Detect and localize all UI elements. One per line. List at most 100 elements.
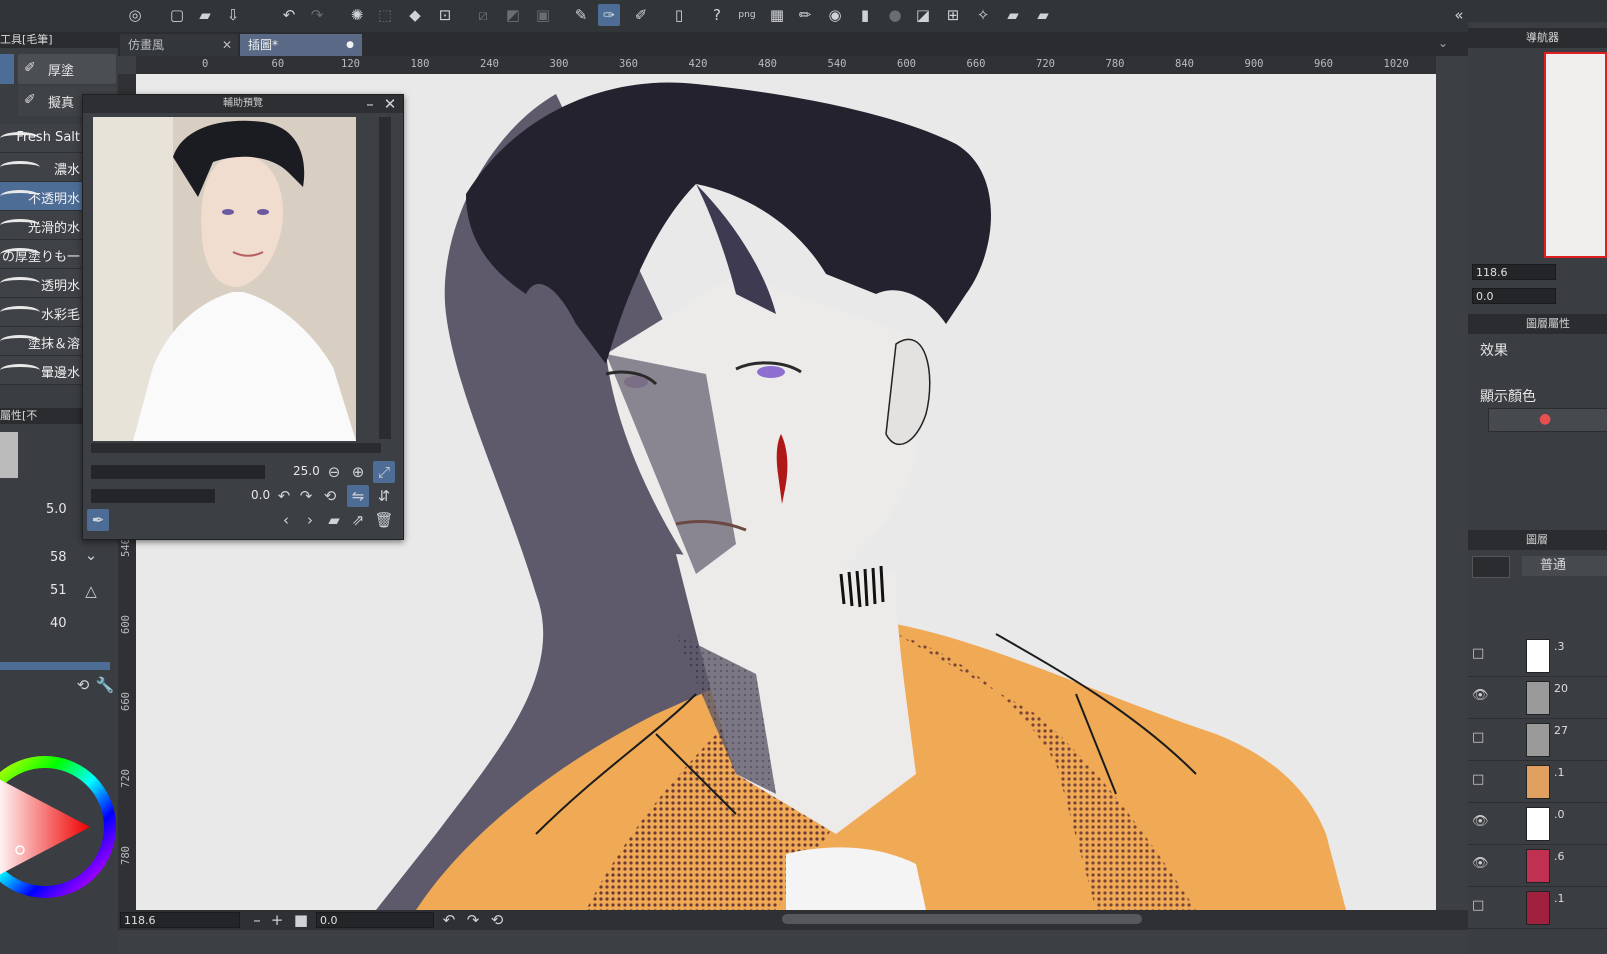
undo-icon[interactable]: ↶	[278, 4, 300, 26]
preview-hscrollbar[interactable]	[91, 443, 381, 453]
disabled-circle-icon[interactable]: ●	[884, 4, 906, 26]
image-icon[interactable]: ▦	[766, 4, 788, 26]
preview-vscrollbar[interactable]	[379, 117, 391, 439]
save-icon[interactable]: ⇩	[222, 4, 244, 26]
fill-icon[interactable]: ◆	[404, 4, 426, 26]
brush-size-value[interactable]: 5.0	[46, 502, 67, 517]
rotation-slider[interactable]	[91, 489, 215, 503]
visibility-eye-icon[interactable]: □	[1472, 646, 1484, 661]
canvas-rotation-field[interactable]: 0.0	[316, 912, 434, 928]
brush-list-item[interactable]: Fresh Salt	[0, 124, 82, 153]
magic-wand-icon[interactable]: ✧	[972, 4, 994, 26]
tab-reference[interactable]: 仿畫風 ✕	[120, 34, 238, 56]
rotate-icon[interactable]: ◉	[824, 4, 846, 26]
pressure-toggle-icon[interactable]: ⌄	[80, 544, 102, 566]
tab-illustration[interactable]: 插圖* ●	[240, 34, 362, 56]
horizontal-scroll-thumb[interactable]	[782, 914, 1142, 924]
clear-icon[interactable]: ◩	[502, 4, 524, 26]
visibility-eye-icon[interactable]: □	[1472, 730, 1484, 745]
flip-vertical-icon[interactable]: ⇵	[373, 485, 395, 507]
previous-image-icon[interactable]: ‹	[275, 509, 297, 531]
visibility-eye-icon[interactable]: 👁	[1472, 856, 1489, 871]
tab-menu-chevron-icon[interactable]: ⌄	[1438, 36, 1448, 50]
navigator-thumbnail[interactable]	[1544, 52, 1607, 258]
display-color-button[interactable]: ●	[1488, 408, 1607, 432]
mask-icon[interactable]: ▣	[532, 4, 554, 26]
navigator-zoom-field[interactable]: 118.6	[1472, 264, 1556, 280]
layer-row[interactable]: □ .3	[1468, 634, 1607, 677]
3d-model-icon[interactable]: ⊞	[942, 4, 964, 26]
open-folder-icon[interactable]: ▰	[194, 4, 216, 26]
property-slider-bar[interactable]	[0, 662, 110, 670]
rotate-right-icon[interactable]: ↷	[295, 485, 317, 507]
brush-list-item[interactable]: 光滑的水	[0, 211, 82, 240]
layer-color-dropdown[interactable]	[1472, 556, 1510, 578]
close-icon[interactable]: ✕	[379, 93, 401, 115]
minimize-icon[interactable]: –	[359, 93, 381, 115]
layer-row[interactable]: 👁 .6	[1468, 844, 1607, 887]
preview-zoom-value[interactable]: 25.0	[293, 464, 320, 478]
reset-icon[interactable]: ⟲	[72, 674, 94, 696]
brush-list-item[interactable]: 不透明水	[0, 182, 82, 211]
folder-save-icon[interactable]: ▰	[1032, 4, 1054, 26]
brush-list-item[interactable]: 濃水	[0, 153, 82, 182]
subtool-thick-paint[interactable]: ✐ 厚塗	[18, 54, 116, 84]
zoom-out-icon[interactable]: –	[246, 909, 268, 931]
zoom-slider[interactable]	[91, 465, 265, 479]
clip-logo-icon[interactable]: ◎	[124, 4, 146, 26]
reset-rotation-icon[interactable]: ⟲	[319, 485, 341, 507]
zoom-in-icon[interactable]: ⊕	[347, 461, 369, 483]
brush-list-item[interactable]: 透明水	[0, 269, 82, 298]
frame-icon[interactable]: ▮	[854, 4, 876, 26]
close-tab-icon[interactable]: ✕	[222, 34, 232, 56]
redo-icon[interactable]: ↷	[306, 4, 328, 26]
visibility-eye-icon[interactable]: 👁	[1472, 688, 1489, 703]
rotate-left-icon[interactable]: ↶	[438, 909, 460, 931]
zoom-in-icon[interactable]: +	[266, 909, 288, 931]
visibility-eye-icon[interactable]: 👁	[1472, 814, 1489, 829]
next-image-icon[interactable]: ›	[299, 509, 321, 531]
property-value-3[interactable]: 51	[50, 583, 67, 598]
pencil-icon[interactable]: ✐	[630, 4, 652, 26]
brush-list-item[interactable]: の厚塗りも一	[0, 240, 82, 269]
ruler-icon[interactable]: ⧄	[472, 4, 494, 26]
export-image-icon[interactable]: ⇗	[347, 509, 369, 531]
canvas-zoom-field[interactable]: 118.6	[120, 912, 240, 928]
reset-rotation-icon[interactable]: ⟲	[486, 909, 508, 931]
fit-icon[interactable]: ■	[290, 909, 312, 931]
collapse-left-icon[interactable]: «	[1448, 4, 1470, 26]
layer-row[interactable]: □ 27	[1468, 718, 1607, 761]
rotate-right-icon[interactable]: ↷	[462, 909, 484, 931]
preview-rotation-value[interactable]: 0.0	[251, 488, 270, 502]
export-png-icon[interactable]: png	[736, 4, 758, 26]
fit-view-icon[interactable]: ⤢	[373, 461, 395, 483]
property-value-4[interactable]: 40	[50, 616, 67, 631]
pen-pressure-icon[interactable]: ✎	[570, 4, 592, 26]
eyedropper-icon[interactable]: ✒	[87, 509, 109, 531]
property-value-2[interactable]: 58	[50, 550, 67, 565]
visibility-eye-icon[interactable]: □	[1472, 898, 1484, 913]
wrench-icon[interactable]: 🔧	[94, 674, 116, 696]
layer-row[interactable]: □ .1	[1468, 886, 1607, 929]
rotate-left-icon[interactable]: ↶	[273, 485, 295, 507]
help-icon[interactable]: ?	[706, 4, 728, 26]
brush-list-item[interactable]: 暈邊水	[0, 356, 82, 385]
import-image-icon[interactable]: ▰	[323, 509, 345, 531]
phone-icon[interactable]: ▯	[668, 4, 690, 26]
brush-list-item[interactable]: 水彩毛	[0, 298, 82, 327]
zoom-out-icon[interactable]: ⊖	[323, 461, 345, 483]
color-wheel[interactable]	[0, 722, 120, 922]
navigator-rotation-field[interactable]: 0.0	[1472, 288, 1556, 304]
new-file-icon[interactable]: ▢	[166, 4, 188, 26]
pressure-toggle-icon[interactable]: △	[80, 580, 102, 602]
select-all-icon[interactable]: ✺	[346, 4, 368, 26]
delete-image-icon[interactable]: 🗑	[373, 509, 395, 531]
eraser-icon[interactable]: ✏	[794, 4, 816, 26]
deselect-icon[interactable]: ⬚	[374, 4, 396, 26]
visibility-eye-icon[interactable]: □	[1472, 772, 1484, 787]
layer-row[interactable]: □ .1	[1468, 760, 1607, 803]
layer-row[interactable]: 👁 .0	[1468, 802, 1607, 845]
brush-icon[interactable]: ✑	[598, 4, 620, 26]
gradient-icon[interactable]: ◪	[912, 4, 934, 26]
layer-row[interactable]: 👁 20	[1468, 676, 1607, 719]
